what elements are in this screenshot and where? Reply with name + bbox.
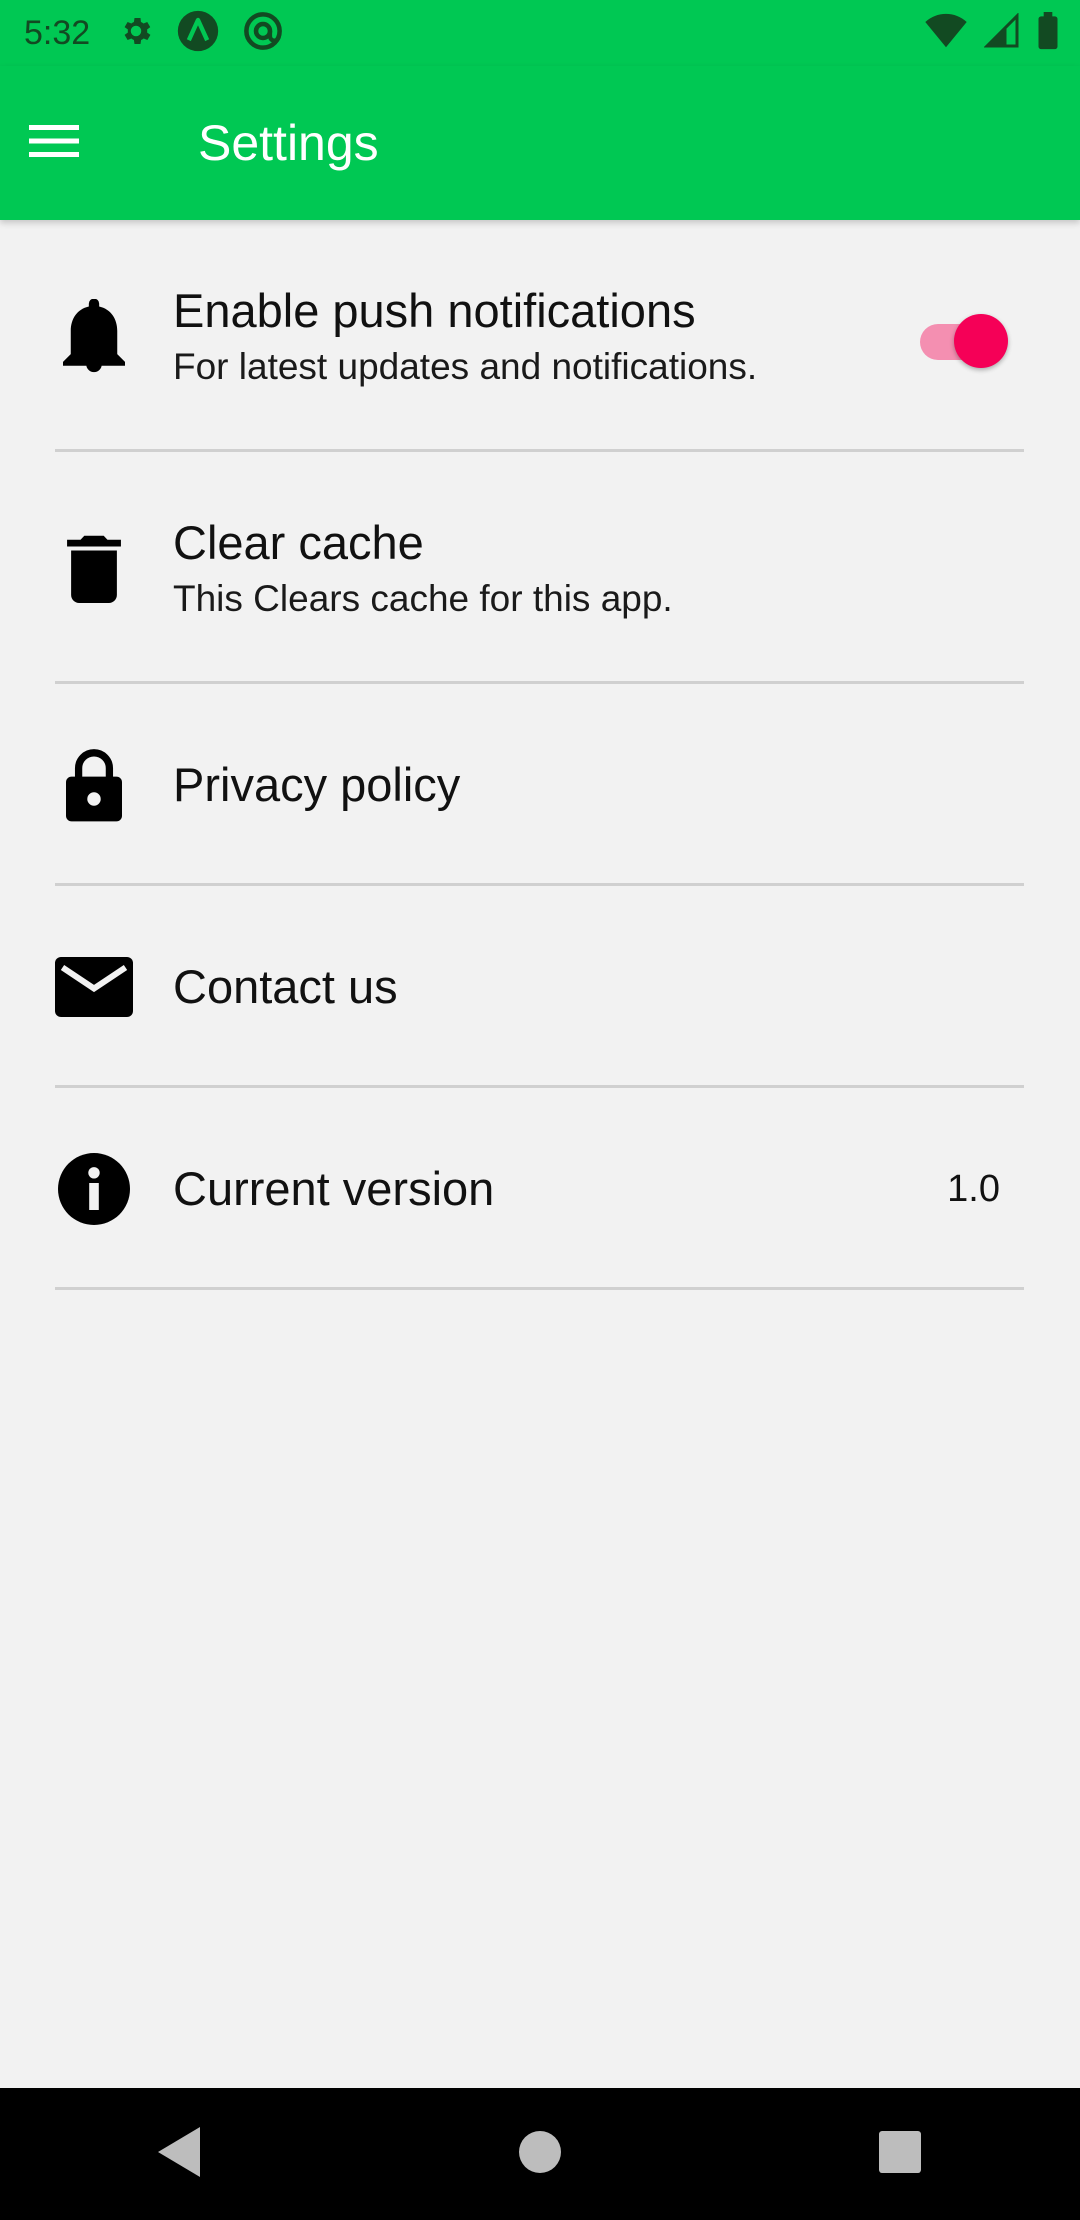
status-right-icons xyxy=(924,11,1060,55)
recents-button[interactable] xyxy=(840,2104,960,2204)
home-icon xyxy=(519,2130,561,2178)
mail-icon xyxy=(55,948,133,1026)
hamburger-menu-icon xyxy=(29,123,79,164)
at-sign-icon xyxy=(242,10,284,57)
divider xyxy=(55,1287,1024,1290)
privacy-policy-title: Privacy policy xyxy=(173,758,461,811)
push-notifications-toggle[interactable] xyxy=(914,308,1008,368)
current-version-texts: Current version xyxy=(173,1161,947,1217)
clear-cache-texts: Clear cache This Clears cache for this a… xyxy=(173,515,1004,621)
battery-icon xyxy=(1036,11,1060,55)
status-bar: 5:32 xyxy=(0,0,1080,66)
bell-icon xyxy=(55,297,133,375)
wifi-icon xyxy=(924,13,968,54)
info-icon xyxy=(55,1150,133,1228)
push-notifications-texts: Enable push notifications For latest upd… xyxy=(173,283,914,389)
clear-cache-subtitle: This Clears cache for this app. xyxy=(173,578,673,619)
push-notifications-title: Enable push notifications xyxy=(173,284,696,337)
privacy-policy-texts: Privacy policy xyxy=(173,757,1004,813)
current-version-title: Current version xyxy=(173,1162,495,1215)
clear-cache-title: Clear cache xyxy=(173,516,424,569)
trash-icon xyxy=(55,529,133,607)
back-button[interactable] xyxy=(120,2104,240,2204)
current-version-value: 1.0 xyxy=(947,1167,1000,1210)
signal-icon xyxy=(983,11,1020,54)
recents-icon xyxy=(879,2130,921,2178)
menu-button[interactable] xyxy=(14,103,94,183)
toggle-thumb xyxy=(954,314,1008,368)
contact-us-texts: Contact us xyxy=(173,959,1004,1015)
push-notifications-subtitle: For latest updates and notifications. xyxy=(173,346,758,387)
home-button[interactable] xyxy=(480,2104,600,2204)
lock-icon xyxy=(55,746,133,824)
setting-clear-cache[interactable]: Clear cache This Clears cache for this a… xyxy=(0,452,1080,684)
settings-list: Enable push notifications For latest upd… xyxy=(0,220,1080,1290)
page-title: Settings xyxy=(198,115,379,171)
setting-contact-us[interactable]: Contact us xyxy=(0,886,1080,1088)
a-logo-icon xyxy=(176,9,220,58)
back-icon xyxy=(158,2126,202,2182)
system-nav-bar xyxy=(0,2088,1080,2220)
gear-icon xyxy=(118,13,154,54)
app-bar: Settings xyxy=(0,66,1080,220)
setting-current-version: Current version 1.0 xyxy=(0,1088,1080,1290)
setting-push-notifications[interactable]: Enable push notifications For latest upd… xyxy=(0,220,1080,452)
status-left-icons xyxy=(118,9,284,58)
status-time: 5:32 xyxy=(24,13,91,52)
setting-privacy-policy[interactable]: Privacy policy xyxy=(0,684,1080,886)
contact-us-title: Contact us xyxy=(173,960,398,1013)
